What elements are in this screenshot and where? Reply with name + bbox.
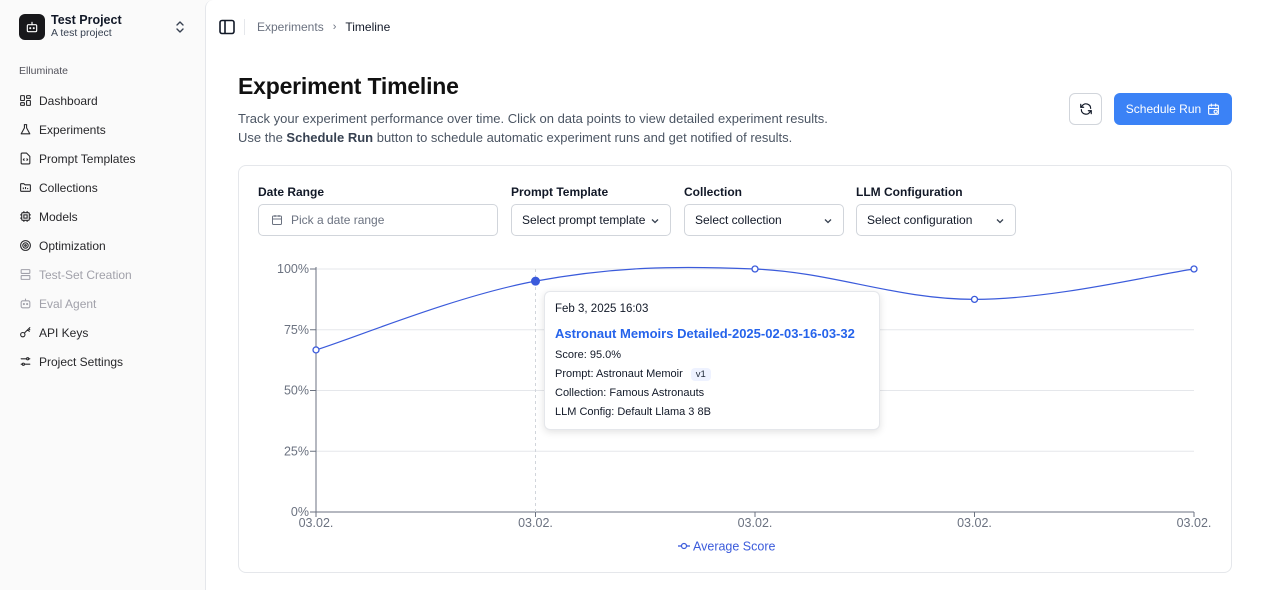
- prompt-version-badge: v1: [690, 368, 711, 381]
- sidebar-item-label: API Keys: [39, 325, 89, 340]
- sidebar-item-label: Dashboard: [39, 93, 98, 108]
- key-icon: [20, 327, 31, 338]
- page-description: Track your experiment performance over t…: [238, 109, 828, 147]
- data-point-active: [531, 276, 540, 286]
- sidebar-item-optimization[interactable]: Optimization: [12, 231, 196, 260]
- layers-icon: [20, 269, 31, 280]
- sidebar-item-dashboard[interactable]: Dashboard: [12, 86, 196, 115]
- sidebar-item-collections[interactable]: Collections: [12, 173, 196, 202]
- sidebar-item-prompt-templates[interactable]: Prompt Templates: [12, 144, 196, 173]
- legend-marker-icon: [680, 542, 688, 550]
- page-title: Experiment Timeline: [238, 73, 459, 99]
- calendar-clock-icon: [1208, 103, 1220, 115]
- x-tick-label: 03.02.: [518, 516, 553, 530]
- sidebar-item-label: Collections: [39, 180, 98, 195]
- flask-icon: [20, 124, 31, 135]
- y-tick-label: 25%: [284, 444, 309, 458]
- sidebar-item-label: Test-Set Creation: [39, 267, 132, 282]
- sidebar-item-experiments[interactable]: Experiments: [12, 115, 196, 144]
- sidebar-item-api-keys[interactable]: API Keys: [12, 318, 196, 347]
- description-line-2-post: button to schedule automatic experiment …: [373, 130, 793, 145]
- chart-tooltip: Feb 3, 2025 16:03 Astronaut Memoirs Deta…: [544, 291, 880, 430]
- x-tick-label: 03.02.: [299, 516, 334, 530]
- x-tick-label: 03.02.: [738, 516, 773, 530]
- tooltip-prompt-text: Prompt: Astronaut Memoir: [555, 368, 683, 380]
- cpu-icon: [20, 211, 31, 222]
- divider: [244, 19, 245, 35]
- sidebar-nav: Dashboard Experiments Prompt Templates C…: [12, 86, 196, 376]
- sidebar-item-models[interactable]: Models: [12, 202, 196, 231]
- legend-label: Average Score: [693, 540, 776, 554]
- sidebar: Test Project A test project Elluminate D…: [0, 0, 205, 590]
- tooltip-date: Feb 3, 2025 16:03: [555, 303, 649, 315]
- data-point: [1190, 265, 1198, 273]
- sidebar-toggle-icon[interactable]: [218, 18, 236, 36]
- y-tick-label: 100%: [277, 262, 309, 276]
- sidebar-item-label: Experiments: [39, 122, 106, 137]
- schedule-run-button[interactable]: Schedule Run: [1114, 93, 1232, 125]
- dashboard-icon: [20, 95, 31, 106]
- data-point: [312, 346, 320, 354]
- tooltip-experiment-link[interactable]: Astronaut Memoirs Detailed-2025-02-03-16…: [555, 326, 869, 341]
- tooltip-prompt: Prompt: Astronaut Memoir v1: [555, 368, 869, 381]
- breadcrumb-link-experiments[interactable]: Experiments: [257, 20, 324, 34]
- sidebar-item-test-set-creation: Test-Set Creation: [12, 260, 196, 289]
- data-point: [970, 295, 979, 304]
- description-line-1: Track your experiment performance over t…: [238, 111, 828, 126]
- target-icon: [20, 240, 31, 251]
- refresh-button[interactable]: [1069, 93, 1102, 125]
- sidebar-item-label: Eval Agent: [39, 296, 97, 311]
- sidebar-item-label: Prompt Templates: [39, 151, 136, 166]
- breadcrumb: Experiments › Timeline: [257, 20, 390, 34]
- bot-icon: [20, 298, 31, 309]
- project-name: Test Project: [51, 13, 122, 27]
- sidebar-item-label: Models: [39, 209, 78, 224]
- sidebar-item-label: Optimization: [39, 238, 106, 253]
- timeline-card: Date Range Pick a date range Prompt Temp…: [238, 165, 1232, 573]
- refresh-icon: [1079, 103, 1092, 115]
- tooltip-llm-config: LLM Config: Default Llama 3 8B: [555, 406, 711, 418]
- project-logo-icon: [19, 14, 45, 40]
- main-content: Experiments › Timeline Experiment Timeli…: [205, 0, 1264, 590]
- tooltip-score: Score: 95.0%: [555, 349, 622, 361]
- settings-icon: [20, 357, 31, 366]
- sidebar-item-label: Project Settings: [39, 354, 124, 369]
- x-tick-label: 03.02.: [1177, 516, 1212, 530]
- folder-icon: [20, 183, 31, 192]
- project-subtitle: A test project: [51, 27, 112, 39]
- y-tick-label: 50%: [284, 384, 309, 398]
- project-switcher[interactable]: Test Project A test project: [12, 8, 192, 46]
- sidebar-item-project-settings[interactable]: Project Settings: [12, 347, 196, 376]
- description-line-2-bold: Schedule Run: [286, 130, 374, 145]
- sidebar-item-eval-agent: Eval Agent: [12, 289, 196, 318]
- chevrons-up-down-icon: [174, 20, 186, 37]
- x-tick-label: 03.02.: [957, 516, 992, 530]
- schedule-run-label: Schedule Run: [1125, 102, 1202, 116]
- file-code-icon: [20, 152, 31, 165]
- chevron-right-icon: ›: [332, 21, 337, 33]
- data-point: [751, 265, 759, 273]
- description-line-2-pre: Use the: [238, 130, 287, 145]
- tooltip-collection: Collection: Famous Astronauts: [555, 387, 705, 399]
- breadcrumb-current: Timeline: [345, 20, 391, 34]
- y-tick-label: 75%: [284, 323, 309, 337]
- sidebar-section-label: Elluminate: [19, 65, 69, 77]
